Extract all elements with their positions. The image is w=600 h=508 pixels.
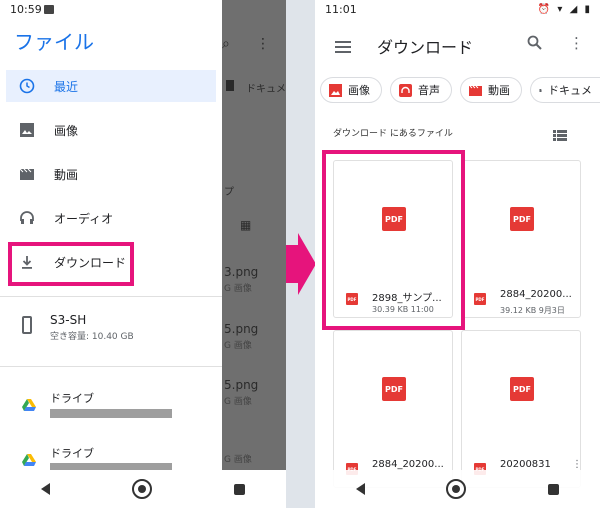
more-vert-icon[interactable]: ⋮ <box>569 34 584 52</box>
file-name: 2884_20200... <box>372 459 444 470</box>
home-icon[interactable] <box>446 479 467 499</box>
bg-label-fragment: プ <box>224 187 234 198</box>
image-icon <box>18 121 36 139</box>
recents-icon[interactable] <box>234 483 245 495</box>
filter-chip-videos[interactable]: 動画 <box>460 77 522 103</box>
more-vert-icon: ⋮ <box>256 36 270 52</box>
bg-file-meta: G 画像 <box>224 341 252 351</box>
device-name: S3-SH <box>50 313 87 327</box>
bg-file-meta: G 画像 <box>224 284 252 294</box>
movie-icon <box>469 85 482 96</box>
document-icon <box>539 88 542 92</box>
grid-view-icon: ▦ <box>240 218 252 232</box>
nav-item-label: 最近 <box>54 79 79 94</box>
bg-chip-label: ドキュメ <box>246 84 286 95</box>
phone-icon <box>22 316 32 334</box>
drive-label: ドライブ <box>50 447 94 460</box>
transition-arrow <box>286 245 298 283</box>
chip-label: 音声 <box>418 84 440 97</box>
device-storage-item[interactable]: S3-SH 空き容量: 10.40 GB <box>0 310 222 350</box>
search-icon: ⌕ <box>222 36 230 52</box>
redacted-account <box>50 409 172 418</box>
filter-chip-audio[interactable]: 音声 <box>390 77 452 103</box>
status-time: 11:01 <box>325 3 357 16</box>
bg-file-name: 5.png <box>224 378 259 392</box>
system-nav-bar <box>0 470 286 508</box>
file-card[interactable]: PDF PDF 2884_20200... 39.12 KB 9月3日 <box>461 160 581 318</box>
bg-file-name: 3.png <box>224 265 259 279</box>
navigation-drawer: ファイル 最近 画像 動画 オーディオ ダウンロード S3-SH 空き容量: 1… <box>0 20 222 472</box>
headphones-icon <box>18 209 36 227</box>
divider <box>0 296 222 297</box>
file-name: 2884_20200... <box>500 289 572 300</box>
dimmed-background: ⌕ ⋮ ドキュメ プ ▦ 3.png G 画像 5.png G 画像 5.png… <box>222 0 286 470</box>
highlight-box <box>322 150 465 330</box>
more-vert-icon[interactable]: ⋮ <box>572 459 582 470</box>
device-free-space: 空き容量: 10.40 GB <box>50 332 134 342</box>
nav-item-recent[interactable]: 最近 <box>6 70 216 102</box>
file-card[interactable]: PDF PDF 2884_20200... <box>333 330 453 488</box>
system-nav-bar <box>315 470 600 508</box>
status-bar: 11:01 ⏰ ▾ ◢ ▮ <box>315 0 600 20</box>
menu-icon[interactable] <box>335 38 351 57</box>
chip-label: ドキュメ <box>548 84 592 97</box>
nav-item-images[interactable]: 画像 <box>6 114 216 146</box>
status-icons: ⏰ ▾ ◢ ▮ <box>537 4 592 15</box>
google-drive-icon <box>22 396 36 415</box>
app-toolbar: ダウンロード ⋮ <box>315 20 600 70</box>
filter-chip-images[interactable]: 画像 <box>320 77 382 103</box>
pdf-small-icon: PDF <box>474 293 486 305</box>
file-meta: 39.12 KB 9月3日 <box>500 306 565 315</box>
right-phone-screen: 11:01 ⏰ ▾ ◢ ▮ ダウンロード ⋮ 画像 音声 動画 ドキュメ ダウン… <box>315 0 600 508</box>
nav-item-label: 動画 <box>54 167 79 182</box>
highlight-box <box>8 242 134 286</box>
back-icon[interactable] <box>355 483 365 495</box>
page-title: ダウンロード <box>377 38 474 57</box>
transition-arrow-head <box>298 233 316 295</box>
headphones-icon <box>399 83 412 97</box>
image-icon <box>329 83 342 97</box>
section-label: ダウンロード にあるファイル <box>333 129 453 139</box>
home-icon[interactable] <box>132 479 152 499</box>
drawer-title: ファイル <box>14 30 94 54</box>
search-icon[interactable] <box>527 35 542 54</box>
drive-item[interactable]: ドライブ <box>0 441 222 472</box>
chip-label: 動画 <box>488 84 510 97</box>
filter-chip-documents[interactable]: ドキュメ <box>530 77 600 103</box>
nav-item-videos[interactable]: 動画 <box>6 158 216 190</box>
back-icon[interactable] <box>41 483 50 495</box>
nav-item-audio[interactable]: オーディオ <box>6 202 216 234</box>
left-phone-screen: 10:59 ⏰ ▾ ◢ ▮ ⌕ ⋮ ドキュメ プ ▦ 3.png G 画像 5.… <box>0 0 286 508</box>
file-name: 20200831 <box>500 459 551 470</box>
drive-label: ドライブ <box>50 392 94 405</box>
pdf-icon: PDF <box>510 377 534 401</box>
chip-label: 画像 <box>348 84 370 97</box>
bg-file-name: 5.png <box>224 322 259 336</box>
divider <box>0 366 222 367</box>
recents-icon[interactable] <box>548 483 560 495</box>
google-drive-icon <box>22 451 36 470</box>
movie-icon <box>18 165 36 183</box>
nav-item-label: 画像 <box>54 123 79 138</box>
drive-item[interactable]: ドライブ <box>0 388 222 424</box>
bg-file-meta: G 画像 <box>224 397 252 407</box>
list-view-icon[interactable] <box>553 126 567 145</box>
file-card[interactable]: PDF PDF 20200831 ⋮ <box>461 330 582 488</box>
document-icon <box>226 80 234 91</box>
nav-item-label: オーディオ <box>54 211 114 226</box>
photo-notification-icon <box>44 5 54 14</box>
bg-file-meta: G 画像 <box>224 455 252 465</box>
pdf-icon: PDF <box>510 207 534 231</box>
clock-icon <box>18 77 36 95</box>
status-time: 10:59 <box>10 3 42 16</box>
pdf-icon: PDF <box>382 377 406 401</box>
